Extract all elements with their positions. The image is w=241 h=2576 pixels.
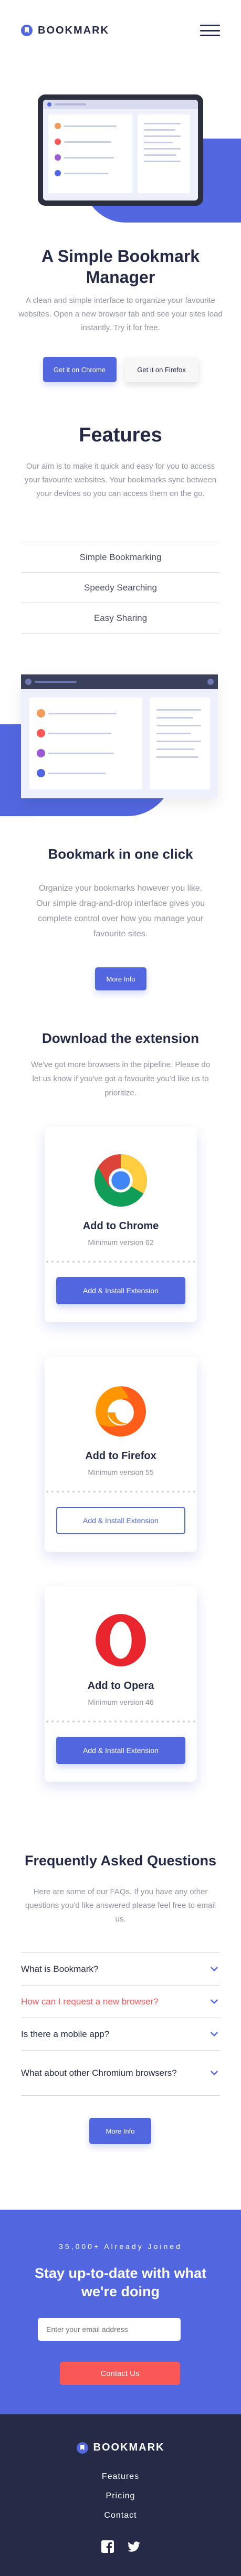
- footer-logo-text: BOOKMARK: [93, 2442, 165, 2453]
- faq-list: What is Bookmark? How can I request a ne…: [21, 1952, 220, 2096]
- footer-link-features[interactable]: Features: [102, 2472, 139, 2482]
- card-divider: [45, 1490, 197, 1493]
- subscribe-section: 35,000+ Already Joined Stay up-to-date w…: [0, 2210, 241, 2414]
- social-links: [0, 2540, 241, 2553]
- extensions-description: We've got more browsers in the pipeline.…: [30, 1060, 211, 1097]
- chevron-down-icon: [211, 1966, 218, 1971]
- faq-item[interactable]: What is Bookmark?: [21, 1953, 220, 1986]
- card-divider: [45, 1720, 197, 1723]
- faq-item[interactable]: What about other Chromium browsers?: [21, 2051, 220, 2096]
- chrome-icon: [95, 1154, 147, 1207]
- footer-logo[interactable]: BOOKMARK: [76, 2442, 165, 2454]
- feature-illustration: [21, 674, 218, 798]
- hero-buttons: Get it on Chrome Get it on Firefox: [0, 357, 241, 382]
- chevron-down-icon: [211, 1999, 218, 2004]
- extension-version: Minimum version 46: [88, 1698, 154, 1706]
- extension-version: Minimum version 55: [88, 1468, 154, 1476]
- facebook-icon[interactable]: [101, 2540, 114, 2553]
- faq-description: Here are some of our FAQs. If you have a…: [25, 1887, 216, 1924]
- extension-name: Add to Firefox: [85, 1450, 156, 1462]
- faq-more-info-button[interactable]: More Info: [89, 2118, 151, 2144]
- site-footer: BOOKMARK Features Pricing Contact: [0, 2414, 241, 2576]
- hero-title: A Simple Bookmark Manager: [41, 247, 200, 287]
- extension-version: Minimum version 62: [88, 1238, 154, 1247]
- hero-illustration: [38, 94, 203, 206]
- get-firefox-button[interactable]: Get it on Firefox: [124, 357, 198, 382]
- twitter-icon[interactable]: [127, 2540, 140, 2553]
- bookmark-logo-icon: [76, 2442, 88, 2454]
- extensions-title: Download the extension: [41, 1030, 200, 1046]
- tab-simple-bookmarking[interactable]: Simple Bookmarking: [21, 542, 220, 573]
- logo-text: BOOKMARK: [38, 24, 109, 36]
- faq-question: What about other Chromium browsers?: [21, 2067, 177, 2078]
- card-divider: [45, 1260, 197, 1263]
- contact-us-button[interactable]: Contact Us: [60, 2362, 180, 2385]
- extension-name: Add to Chrome: [82, 1220, 159, 1232]
- extension-card-opera: Add to Opera Minimum version 46 Add & In…: [45, 1587, 197, 1782]
- feature-tabs: Simple Bookmarking Speedy Searching Easy…: [21, 542, 220, 634]
- add-firefox-extension-button[interactable]: Add & Install Extension: [56, 1507, 185, 1534]
- extension-name: Add to Opera: [87, 1680, 154, 1692]
- features-title: Features: [79, 424, 162, 446]
- feature-detail-title: Bookmark in one click: [48, 846, 193, 862]
- hero-description: A clean and simple interface to organize…: [18, 296, 223, 332]
- faq-item[interactable]: Is there a mobile app?: [21, 2018, 220, 2051]
- footer-nav: Features Pricing Contact: [0, 2472, 241, 2520]
- subscribe-title: Stay up-to-date with what we're doing: [35, 2265, 206, 2299]
- site-header: BOOKMARK: [21, 21, 220, 40]
- extension-card-chrome: Add to Chrome Minimum version 62 Add & I…: [45, 1127, 197, 1322]
- faq-question: Is there a mobile app?: [21, 2029, 110, 2039]
- faq-question: How can I request a new browser?: [21, 1996, 159, 2007]
- get-chrome-button[interactable]: Get it on Chrome: [43, 357, 117, 382]
- email-field[interactable]: [38, 2318, 181, 2341]
- add-opera-extension-button[interactable]: Add & Install Extension: [56, 1737, 185, 1764]
- faq-question: What is Bookmark?: [21, 1963, 99, 1974]
- hamburger-icon[interactable]: [200, 25, 220, 36]
- logo[interactable]: BOOKMARK: [21, 25, 109, 37]
- landing-page: BOOKMARK A Simple Bookmark Manager A cle…: [0, 0, 241, 2576]
- chevron-down-icon: [211, 2031, 218, 2036]
- tab-speedy-searching[interactable]: Speedy Searching: [21, 573, 220, 603]
- faq-title: Frequently Asked Questions: [24, 1853, 217, 1868]
- opera-icon: [96, 1614, 146, 1666]
- footer-link-contact[interactable]: Contact: [104, 2511, 137, 2520]
- footer-link-pricing[interactable]: Pricing: [106, 2491, 135, 2501]
- extension-card-firefox: Add to Firefox Minimum version 55 Add & …: [45, 1357, 197, 1552]
- feature-more-info-button[interactable]: More Info: [95, 967, 146, 990]
- add-chrome-extension-button[interactable]: Add & Install Extension: [56, 1277, 185, 1304]
- faq-item[interactable]: How can I request a new browser?: [21, 1986, 220, 2018]
- tab-easy-sharing[interactable]: Easy Sharing: [21, 603, 220, 634]
- chevron-down-icon: [211, 2070, 218, 2075]
- feature-detail-description: Organize your bookmarks however you like…: [36, 884, 205, 938]
- firefox-icon: [96, 1386, 146, 1437]
- features-description: Our aim is to make it quick and easy for…: [24, 462, 217, 498]
- joined-count: 35,000+ Already Joined: [59, 2242, 182, 2251]
- bookmark-logo-icon: [21, 25, 33, 36]
